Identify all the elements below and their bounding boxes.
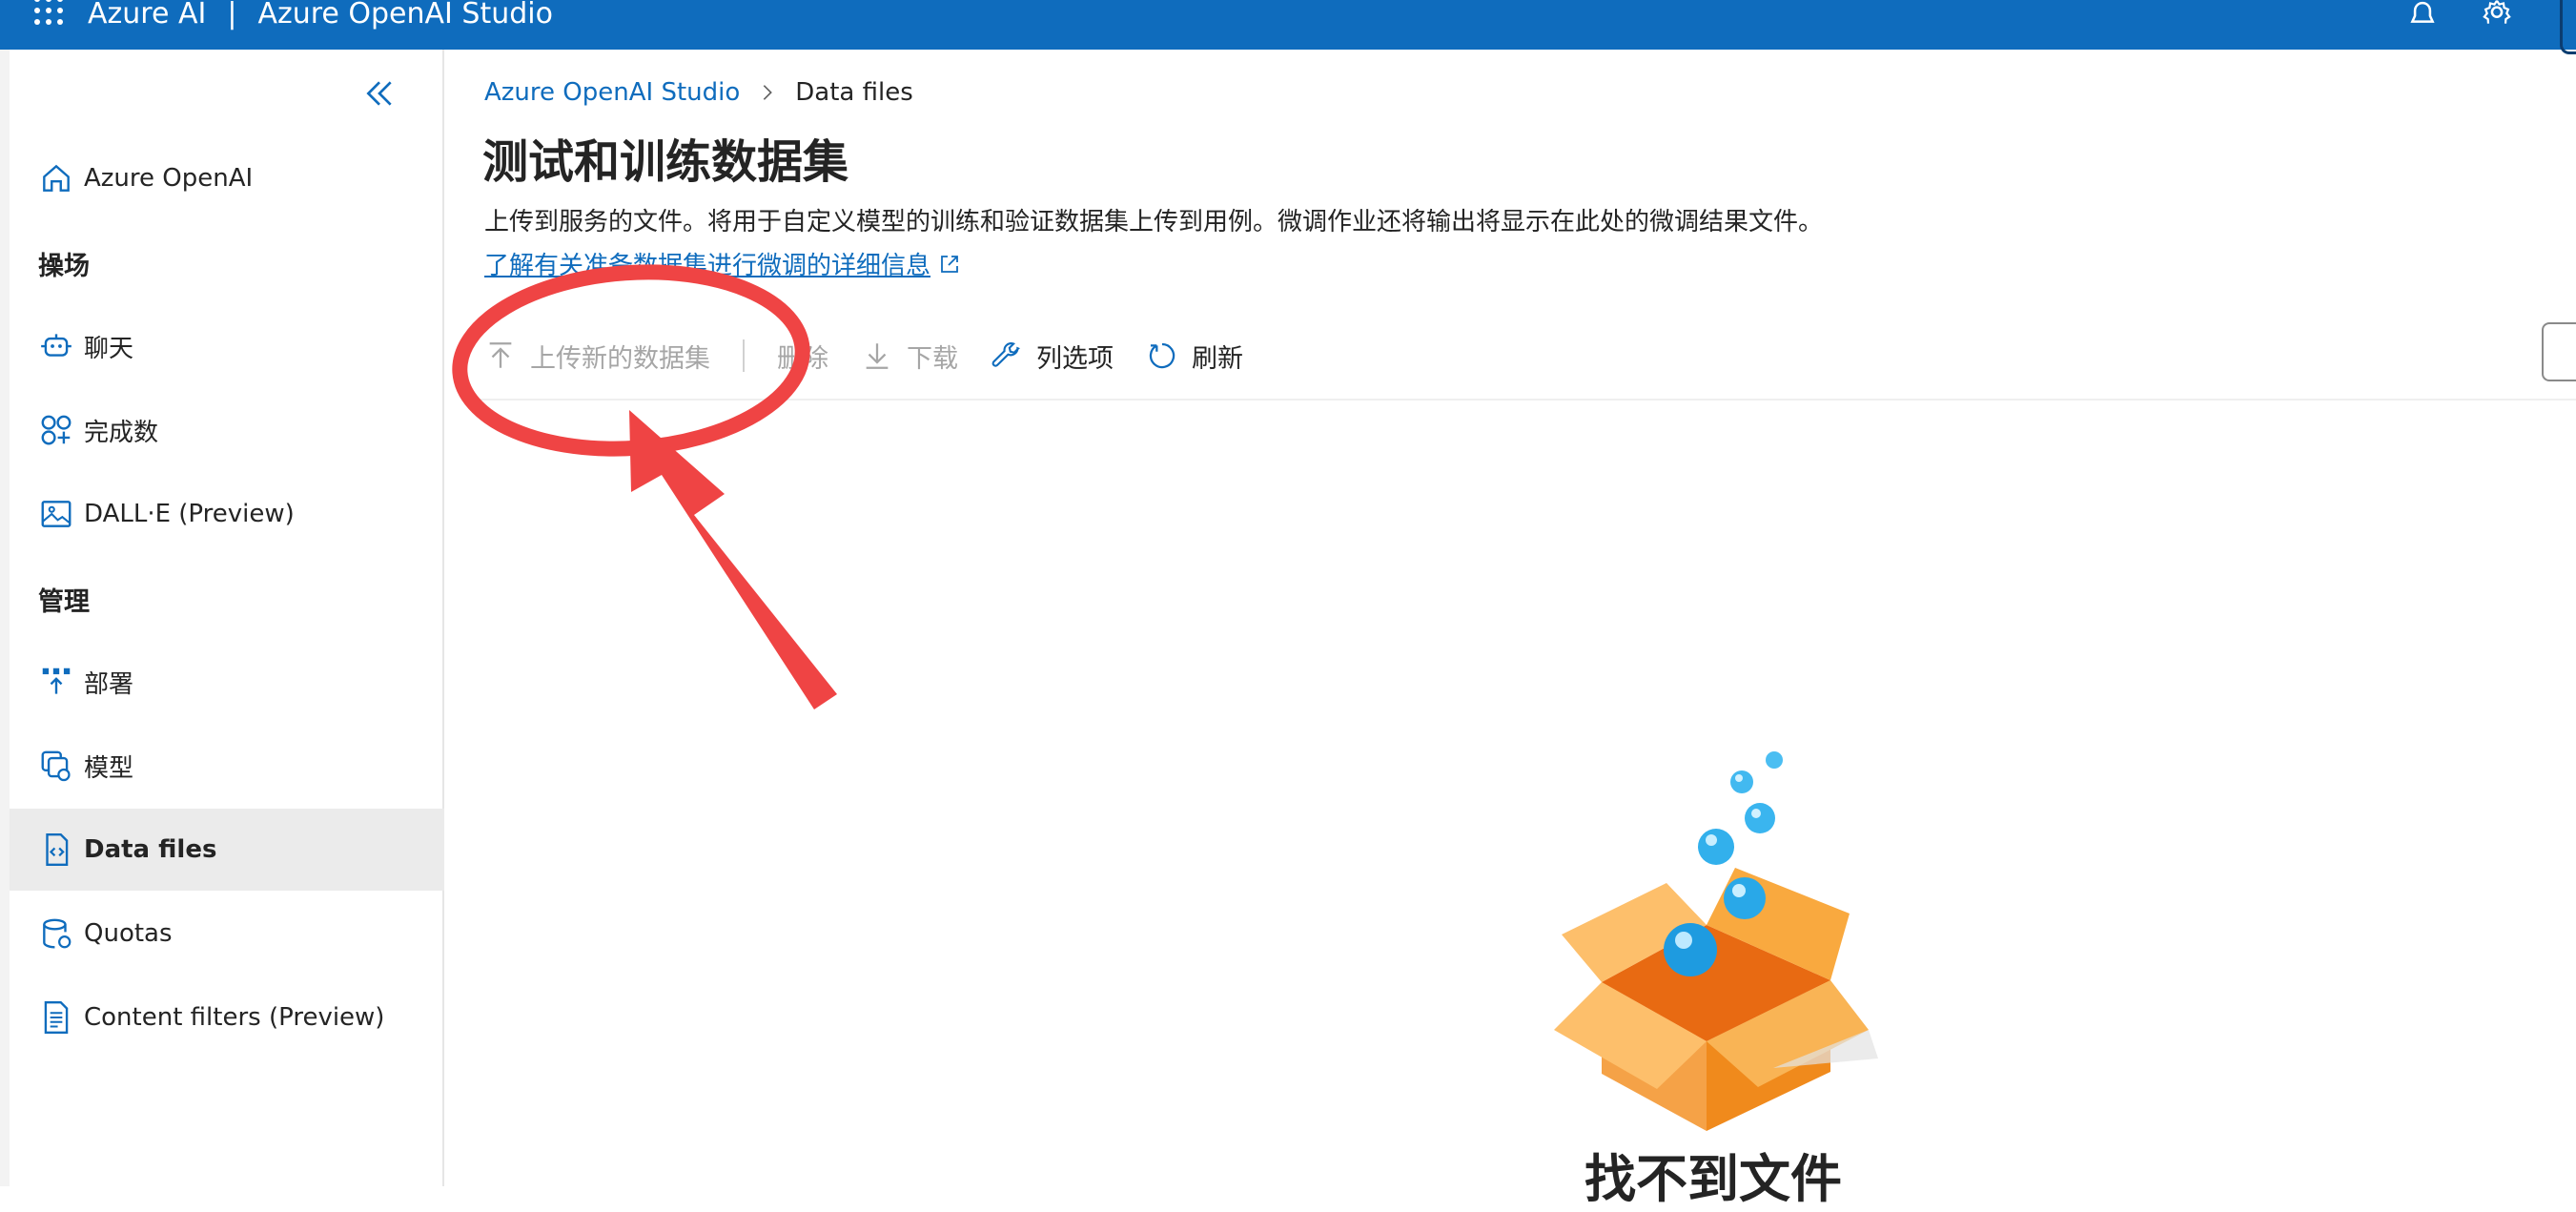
top-bar: Azure AI | Azure OpenAI Studio [0,0,2576,54]
chevron-right-icon [764,85,773,100]
sidebar-item-label: 部署 [84,669,134,699]
page-description: 上传到服务的文件。将用于自定义模型的训练和验证数据集上传到用例。微调作业还将输出… [484,208,1824,236]
brand[interactable]: Azure AI | Azure OpenAI Studio [88,0,553,31]
home-icon [43,164,70,192]
command-bar: 上传新的数据集 删除 下载 列选项 刷新 [484,322,1276,389]
content-filter-icon [44,1000,69,1035]
download-arrow-icon [866,343,889,369]
sidebar-item-models[interactable]: 模型 [10,725,444,807]
chat-bot-icon [41,334,72,357]
page-title: 测试和训练数据集 [482,135,849,189]
sidebar-item-label: Data files [84,835,217,864]
sidebar-item-azure-openai[interactable]: Azure OpenAI [10,137,444,219]
deploy-icon [42,668,71,694]
learn-more-label: 了解有关准备数据集进行微调的详细信息 [484,252,931,280]
app-name: Azure AI [88,0,207,31]
image-icon [41,501,72,527]
delete-button[interactable]: 删除 [777,338,828,375]
expand-panel-button[interactable] [2542,322,2576,381]
sidebar-item-deployments[interactable]: 部署 [10,641,444,723]
sidebar-item-label: 完成数 [84,418,159,447]
sidebar-item-label: DALL·E (Preview) [84,500,295,528]
quota-icon [43,918,72,949]
column-options-label: 列选项 [1036,343,1114,374]
models-icon [41,750,71,782]
refresh-icon [1149,342,1176,369]
toolbar-divider [743,339,745,372]
double-chevron-left-icon[interactable] [360,74,399,113]
pointer-arrow [629,410,837,709]
breadcrumb: Azure OpenAI Studio Data files [484,78,913,107]
sidebar-item-dalle[interactable]: DALL·E (Preview) [10,473,444,555]
sidebar: Azure OpenAI 操场 聊天 完成数 DALL·E (Preview) … [0,50,444,1186]
breadcrumb-root-link[interactable]: Azure OpenAI Studio [484,78,740,107]
delete-label: 删除 [777,343,828,374]
sidebar-item-data-files[interactable]: Data files [10,809,444,891]
upload-arrow-icon [489,342,512,368]
sidebar-item-label: 聊天 [84,334,134,363]
refresh-label: 刷新 [1192,343,1243,374]
upload-dataset-button[interactable]: 上传新的数据集 [484,338,710,375]
sidebar-item-label: 模型 [84,753,134,783]
open-box-bubbles-illustration [1554,751,1878,1131]
download-button[interactable]: 下载 [861,338,958,375]
toolbar-divider-line [467,399,2576,401]
upload-dataset-label: 上传新的数据集 [530,343,710,374]
playground-heading: 操场 [38,252,90,281]
sidebar-item-label: Content filters (Preview) [84,1003,385,1032]
bell-icon[interactable] [2404,0,2441,36]
studio-name: Azure OpenAI Studio [257,0,553,31]
sidebar-item-quotas[interactable]: Quotas [10,893,444,975]
learn-more-link[interactable]: 了解有关准备数据集进行微调的详细信息 [484,246,961,281]
sidebar-item-label: Quotas [84,919,173,948]
external-link-icon [941,255,958,273]
app-launcher-icon[interactable] [32,0,67,34]
sidebar-item-content-filters[interactable]: Content filters (Preview) [10,976,444,1058]
profile-edge[interactable] [2560,0,2576,54]
download-label: 下载 [907,343,958,374]
wrench-icon [992,342,1020,367]
manage-heading: 管理 [38,587,90,617]
sidebar-item-chat[interactable]: 聊天 [10,305,444,387]
completions-icon [41,415,72,445]
column-options-button[interactable]: 列选项 [991,338,1114,375]
sidebar-item-completions[interactable]: 完成数 [10,389,444,471]
gear-icon[interactable] [2479,0,2515,36]
code-file-icon [46,832,69,867]
brand-separator: | [227,0,237,31]
breadcrumb-current: Data files [795,78,913,107]
sidebar-item-label: Azure OpenAI [84,164,254,193]
empty-state-title: 找不到文件 [1584,1149,1842,1209]
refresh-button[interactable]: 刷新 [1146,338,1243,375]
